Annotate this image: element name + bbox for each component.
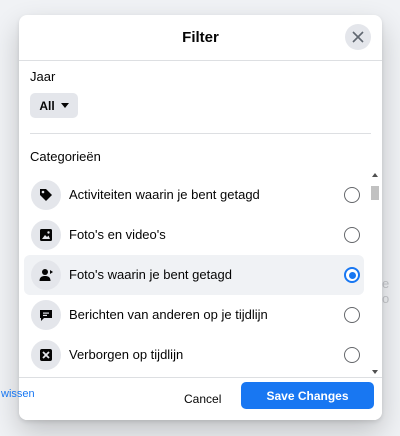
category-radio[interactable] (344, 307, 360, 323)
category-label: Foto's waarin je bent getagd (69, 267, 232, 282)
year-selected-value: All (39, 98, 55, 113)
category-row-selected[interactable]: Foto's waarin je bent getagd (24, 255, 364, 295)
category-row[interactable]: Verborgen op tijdlijn (24, 335, 364, 375)
photo-icon (31, 220, 61, 250)
cancel-button[interactable]: Cancel (184, 392, 221, 406)
category-radio[interactable] (344, 347, 360, 363)
background-text-fragment: e o (382, 276, 390, 306)
categories-label: Categorieën (30, 149, 101, 164)
year-label: Jaar (30, 69, 56, 84)
category-row[interactable]: Foto's en video's (24, 215, 364, 255)
scroll-thumb[interactable] (371, 186, 379, 200)
caret-down-icon (60, 103, 69, 108)
category-label: Verborgen op tijdlijn (69, 347, 184, 362)
tag-icon (31, 180, 61, 210)
categories-list: Activiteiten waarin je bent getagd Foto'… (24, 170, 369, 377)
category-label: Activiteiten waarin je bent getagd (69, 187, 260, 202)
category-row[interactable]: Berichten van anderen op je tijdlijn (24, 295, 364, 335)
dialog-footer: Cancel Save Changes (19, 377, 382, 420)
comment-icon (31, 300, 61, 330)
person-tag-icon (31, 260, 61, 290)
filter-dialog: Filter Jaar All Categorieën Activiteiten… (19, 15, 382, 420)
close-button[interactable] (345, 24, 371, 50)
scroll-up-icon[interactable] (372, 173, 378, 177)
category-radio[interactable] (344, 187, 360, 203)
category-label: Foto's en video's (69, 227, 166, 242)
category-row[interactable]: Activiteiten waarin je bent getagd (24, 175, 364, 215)
hidden-icon (31, 340, 61, 370)
year-dropdown[interactable]: All (30, 93, 78, 118)
save-changes-button[interactable]: Save Changes (241, 382, 374, 409)
list-scrollbar[interactable] (371, 170, 379, 377)
dialog-title: Filter (182, 29, 219, 46)
category-radio-checked[interactable] (344, 267, 360, 283)
category-label: Berichten van anderen op je tijdlijn (69, 307, 268, 322)
section-divider (30, 133, 371, 134)
category-radio[interactable] (344, 227, 360, 243)
close-icon (352, 31, 364, 43)
clear-link[interactable]: wissen (1, 388, 35, 400)
dialog-header: Filter (19, 15, 382, 61)
scroll-down-icon[interactable] (372, 370, 378, 374)
